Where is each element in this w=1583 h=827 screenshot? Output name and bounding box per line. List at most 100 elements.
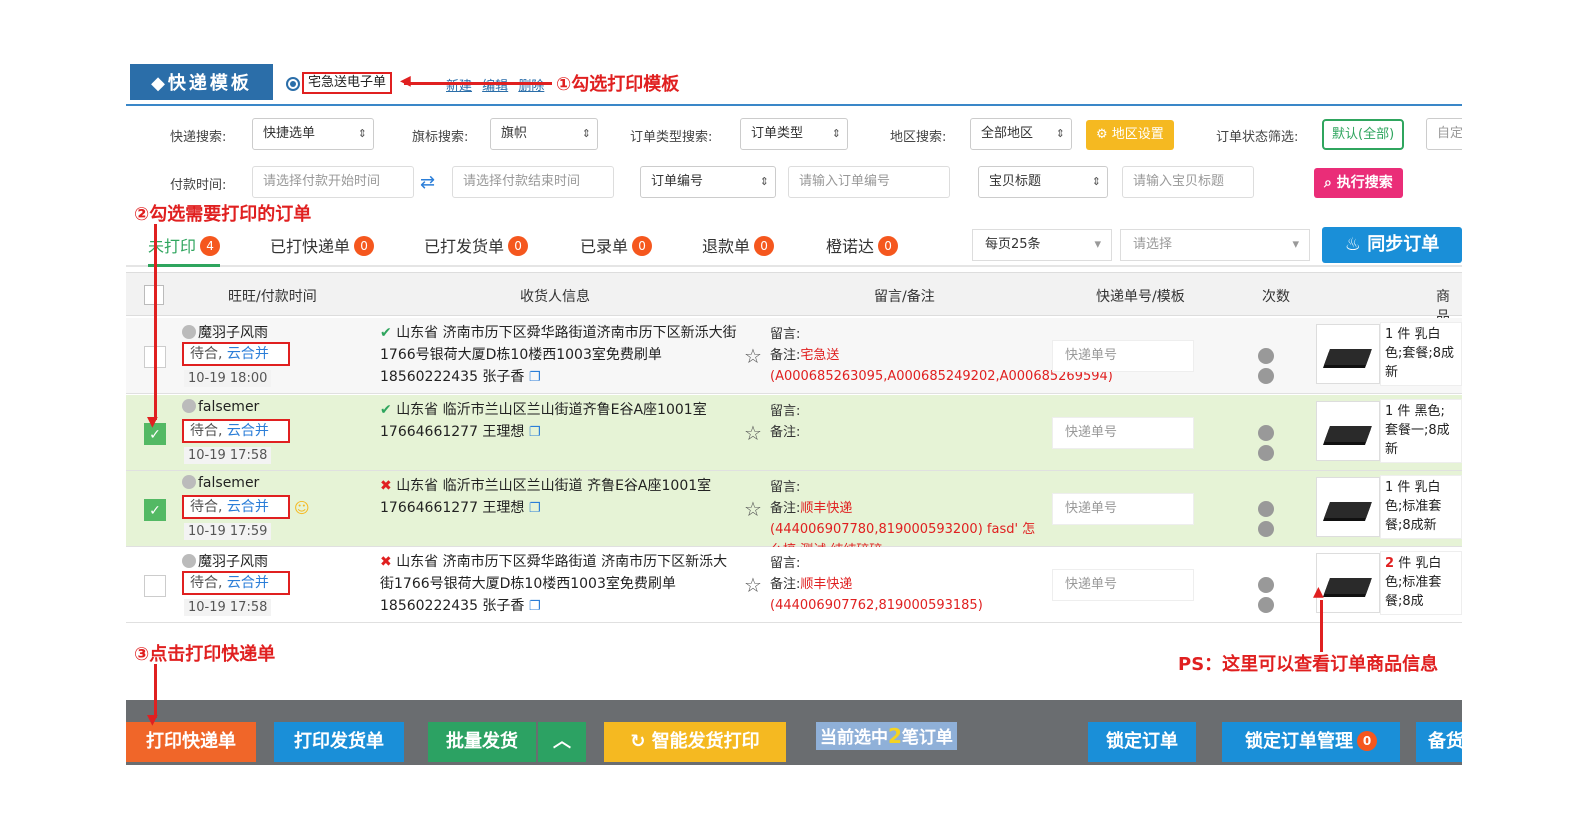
express-number-input[interactable]: 快递单号 <box>1052 569 1194 601</box>
pay-end-input[interactable]: 请选择付款结束时间 <box>452 166 614 198</box>
execute-search-button[interactable]: ⌕ 执行搜索 <box>1314 168 1403 198</box>
filter-row-1: 快递搜索: 快捷选单 旗标搜索: 旗帜 订单类型搜索: 订单类型 地区搜索: 全… <box>126 110 1462 158</box>
backup-button[interactable]: 备货 <box>1416 722 1462 762</box>
express-label: 快递搜索: <box>170 130 227 145</box>
express-number-input[interactable]: 快递单号 <box>1052 340 1194 372</box>
cloud-merge-link[interactable]: 云合并 <box>227 346 269 362</box>
receiver-info: ✖ 山东省 济南市历下区舜华路街道 济南市历下区新泺大街1766号银荷大厦D栋1… <box>380 554 728 614</box>
express-number-input[interactable]: 快递单号 <box>1052 417 1194 449</box>
star-icon[interactable]: ☆ <box>744 344 762 368</box>
print-delivery-button[interactable]: 打印发货单 <box>274 722 404 762</box>
bottom-action-bar: 打印快递单 打印发货单 批量发货 ︿ ↻ 智能发货打印 当前选中2笔订单 锁定订… <box>126 700 1462 765</box>
merge-icon: ☺ <box>294 499 310 517</box>
cloud-merge-link[interactable]: 云合并 <box>227 575 269 591</box>
annotation-2-arrowhead: ▼ <box>147 414 158 430</box>
title-select[interactable]: 宝贝标题 <box>978 166 1108 198</box>
lock-manage-label: 锁定订单管理 <box>1245 731 1353 752</box>
copy-icon[interactable]: ❐ <box>529 370 541 385</box>
receiver-info: ✖ 山东省 临沂市兰山区兰山街道 齐鲁E谷A座1001室 17664661277… <box>380 478 712 516</box>
template-name[interactable]: 宅急送电子单 <box>302 72 393 94</box>
sync-orders-button[interactable]: ♨ 同步订单 <box>1322 227 1462 263</box>
choose-select[interactable]: 请选择 <box>1120 229 1310 261</box>
annotation-1-arrowhead: ◀ <box>400 73 411 89</box>
status-default-button[interactable]: 默认(全部) <box>1322 119 1405 150</box>
per-page-select[interactable]: 每页25条 <box>972 229 1112 261</box>
tab-recorded[interactable]: 已录单 0 <box>580 233 653 267</box>
pay-time: 10-19 17:58 <box>184 599 272 616</box>
flag-select[interactable]: 旗帜 <box>490 118 598 150</box>
status-filter-label: 订单状态筛选: <box>1216 130 1299 145</box>
title-input[interactable]: 请输入宝贝标题 <box>1122 166 1254 198</box>
refresh-icon: ↻ <box>630 731 646 752</box>
buyer-name: 魔羽子风雨 <box>182 551 268 571</box>
star-icon[interactable]: ☆ <box>744 497 762 521</box>
order-type-select[interactable]: 订单类型 <box>740 118 848 150</box>
batch-ship-button[interactable]: 批量发货 <box>428 722 536 762</box>
wangwang-icon <box>182 325 196 339</box>
table-row[interactable]: ✓ falsemer 待合, 云合并 ☺ 10-19 17:59 ✖ 山东省 临… <box>126 471 1462 558</box>
goods-image[interactable] <box>1316 477 1380 537</box>
copy-icon[interactable]: ❐ <box>529 425 541 440</box>
goods-image[interactable] <box>1316 324 1380 384</box>
row-checkbox[interactable] <box>144 575 166 597</box>
col-memo: 留言/备注 <box>874 289 935 305</box>
merge-status: 待合, 云合并 <box>182 342 290 366</box>
goods-image[interactable] <box>1316 401 1380 461</box>
table-row[interactable]: 魔羽子风雨 待合, 云合并 10-19 18:00 ✔ 山东省 济南市历下区舜华… <box>126 318 1462 394</box>
smart-print-button[interactable]: ↻ 智能发货打印 <box>604 722 786 762</box>
lock-order-button[interactable]: 锁定订单 <box>1088 722 1196 762</box>
region-setting-button[interactable]: ⚙ 地区设置 <box>1086 120 1174 150</box>
selected-count-text: 当前选中2笔订单 <box>816 722 957 750</box>
batch-ship-expand-icon[interactable]: ︿ <box>538 722 586 762</box>
wangwang-icon <box>182 475 196 489</box>
check-icon: ✔ <box>380 402 392 418</box>
pay-start-input[interactable]: 请选择付款开始时间 <box>252 166 414 198</box>
region-select[interactable]: 全部地区 <box>970 118 1072 150</box>
merge-status: 待合, 云合并 <box>182 419 290 443</box>
goods-info: 2 件 乳白色;标准套餐;8成 <box>1380 551 1462 615</box>
tab-chengnuoda[interactable]: 橙诺达 0 <box>826 233 899 267</box>
print-count <box>1258 501 1304 541</box>
memo: 留言: 备注:宅急送(A000685263095,A000685249202,A0… <box>770 327 1113 384</box>
copy-icon[interactable]: ❐ <box>529 501 541 516</box>
star-icon[interactable]: ☆ <box>744 421 762 445</box>
tab-unprinted[interactable]: 未打印 4 <box>148 233 221 267</box>
goods-image[interactable] <box>1316 553 1380 613</box>
filter-row-2: 付款时间: 请选择付款开始时间 ⇄ 请选择付款结束时间 订单编号 请输入订单编号… <box>126 158 1462 206</box>
print-express-button[interactable]: 打印快递单 <box>126 722 256 762</box>
wangwang-icon <box>182 554 196 568</box>
cloud-merge-link[interactable]: 云合并 <box>227 499 269 515</box>
annotation-ps-arrowhead: ▲ <box>1313 584 1324 600</box>
template-header: ◆快递模板 宅急送电子单 新建 编辑 删除 <box>126 60 1462 106</box>
cloud-merge-link[interactable]: 云合并 <box>227 423 269 439</box>
goods-info: 1 件 乳白色;标准套餐;8成新 <box>1380 475 1462 539</box>
annotation-2-arrow <box>154 224 157 420</box>
wangwang-icon <box>182 399 196 413</box>
status-custom-select[interactable]: 自定 <box>1426 118 1462 150</box>
merge-status: 待合, 云合并 <box>182 571 290 595</box>
table-row[interactable]: 魔羽子风雨 待合, 云合并 10-19 17:58 ✖ 山东省 济南市历下区舜华… <box>126 547 1462 623</box>
tab-express-printed[interactable]: 已打快递单 0 <box>270 233 375 267</box>
express-number-input[interactable]: 快递单号 <box>1052 493 1194 525</box>
lock-manage-button[interactable]: 锁定订单管理 0 <box>1222 722 1400 762</box>
region-setting-label: 地区设置 <box>1111 127 1164 142</box>
express-select[interactable]: 快捷选单 <box>252 118 374 150</box>
template-radio[interactable] <box>286 77 300 91</box>
pay-time: 10-19 17:59 <box>184 523 272 540</box>
col-count: 次数 <box>1262 289 1290 305</box>
goods-info: 1 件 乳白色;套餐;8成新 <box>1380 322 1462 386</box>
region-label: 地区搜索: <box>890 130 947 145</box>
template-title: ◆快递模板 <box>130 64 273 100</box>
star-icon[interactable]: ☆ <box>744 573 762 597</box>
copy-icon[interactable]: ❐ <box>529 599 541 614</box>
order-no-input[interactable]: 请输入订单编号 <box>788 166 950 198</box>
table-row[interactable]: ✓ falsemer 待合, 云合并 10-19 17:58 ✔ 山东省 临沂市… <box>126 395 1462 471</box>
tab-delivery-printed[interactable]: 已打发货单 0 <box>424 233 529 267</box>
row-checkbox[interactable]: ✓ <box>144 499 166 521</box>
tab-refund[interactable]: 退款单 0 <box>702 233 775 267</box>
print-count <box>1258 348 1304 388</box>
memo: 留言: 备注:顺丰快递(444006907762,819000593185) <box>770 556 983 613</box>
merge-status: 待合, 云合并 <box>182 495 290 519</box>
order-type-label: 订单类型搜索: <box>630 130 713 145</box>
order-no-select[interactable]: 订单编号 <box>640 166 776 198</box>
